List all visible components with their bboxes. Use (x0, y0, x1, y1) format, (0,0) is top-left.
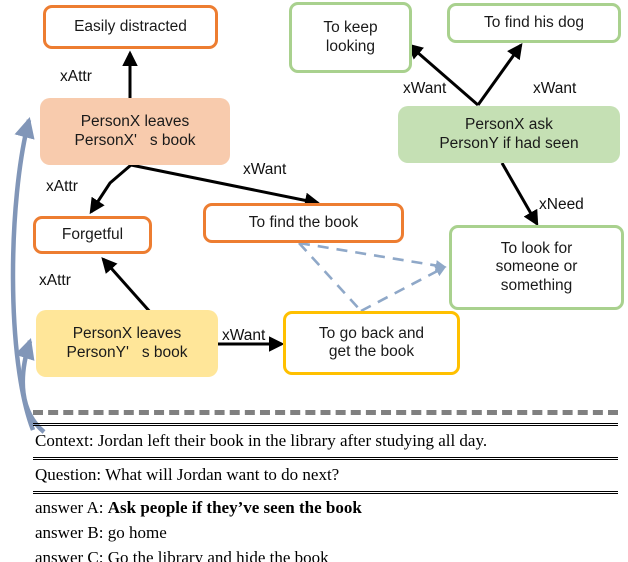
edge-label-xattr-bottom: xAttr (39, 272, 71, 289)
context-text: Jordan left their book in the library af… (97, 431, 488, 450)
node-personx-leaves-personx-book[interactable]: PersonX leaves PersonX' s book (40, 98, 230, 165)
node-forgetful[interactable]: Forgetful (33, 216, 152, 254)
answer-a-text: Ask people if they’ve seen the book (107, 498, 362, 518)
edge-label-xwant-find-his-dog: xWant (533, 80, 577, 97)
node-to-keep-looking[interactable]: To keep looking (289, 2, 412, 73)
node-to-go-back-and-get-the-book[interactable]: To go back and get the book (283, 311, 460, 375)
answer-b-text: go home (107, 522, 167, 542)
node-personx-leaves-persony-book[interactable]: PersonX leaves PersonY' s book (36, 310, 218, 377)
edge-xwant-find-his-dog (476, 42, 523, 106)
node-to-find-the-book[interactable]: To find the book (203, 203, 404, 243)
answer-option-b[interactable]: answer B: go home (35, 521, 618, 546)
node-easily-distracted[interactable]: Easily distracted (43, 5, 218, 49)
question-label: Question: (35, 465, 106, 485)
edge-xneed-look-for (500, 162, 539, 227)
edge-label-xwant-go-back: xWant (222, 327, 266, 344)
node-personx-ask-persony[interactable]: PersonX ask PersonY if had seen (398, 106, 620, 163)
answer-list: answer A: Ask people if they’ve seen the… (33, 494, 618, 562)
comet-reasoning-diagram: Easily distracted To keep looking To fin… (0, 0, 628, 562)
question-row: Question: What will Jordan want to do ne… (33, 460, 618, 491)
edge-xwant-find-the-book (130, 163, 321, 209)
context-link-to-personx-book (10, 116, 36, 431)
question-text: What will Jordan want to do next? (105, 465, 340, 485)
context-label: Context: (35, 431, 98, 450)
section-divider-dashed (33, 410, 618, 415)
qa-block: Context: Jordan left their book in the l… (33, 410, 618, 562)
edge-label-xattr-top: xAttr (60, 68, 92, 85)
edge-xattr-forgetful-from-persony (101, 257, 153, 314)
answer-b-label: answer B: (35, 522, 108, 542)
edge-label-xattr-mid: xAttr (46, 178, 78, 195)
answer-c-text: Go the library and hide the book (107, 547, 329, 562)
node-to-find-his-dog[interactable]: To find his dog (447, 3, 621, 43)
answer-option-a[interactable]: answer A: Ask people if they’ve seen the… (35, 496, 618, 521)
dashed-link-findbook-lookfor (298, 241, 447, 271)
dashed-link-findbook-goback (298, 242, 362, 312)
answer-c-label: answer C: (35, 547, 108, 562)
edge-label-xwant-keep-looking: xWant (403, 80, 447, 97)
answer-a-label: answer A: (35, 498, 108, 518)
edge-label-xneed-look-for: xNeed (539, 196, 584, 213)
edge-xattr-forgetful (89, 163, 132, 215)
context-row: Context: Jordan left their book in the l… (33, 426, 618, 457)
edge-label-xwant-find-the-book: xWant (243, 161, 287, 178)
node-to-look-for-someone[interactable]: To look for someone or something (449, 225, 624, 310)
dashed-link-goback-lookfor (360, 265, 447, 313)
answer-option-c[interactable]: answer C: Go the library and hide the bo… (35, 546, 618, 562)
